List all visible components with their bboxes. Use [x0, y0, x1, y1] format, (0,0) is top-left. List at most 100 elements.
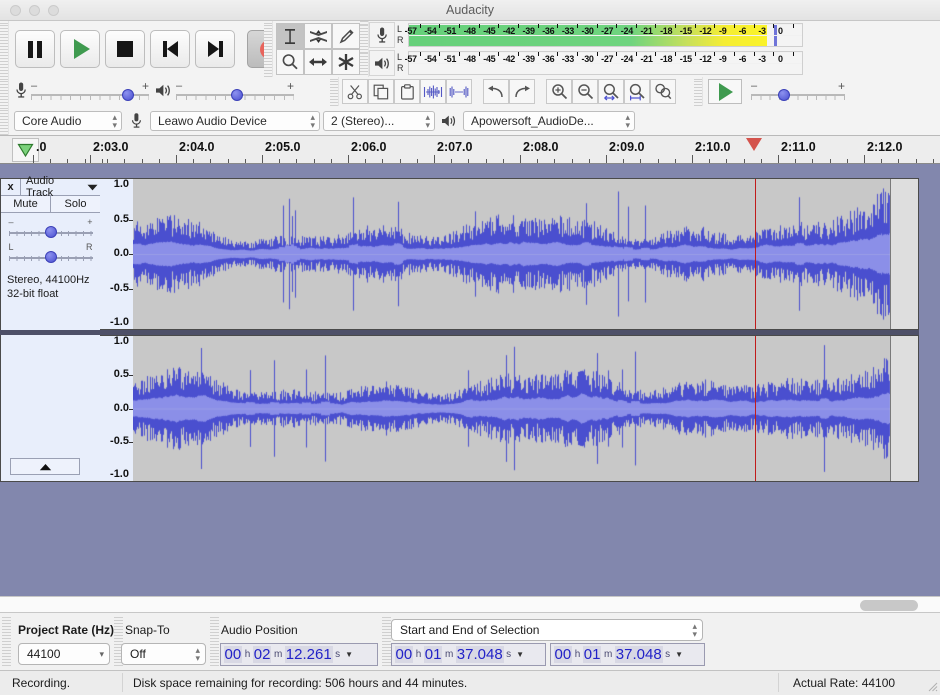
channel-label-r: R	[397, 35, 404, 45]
play-speed-slider[interactable]: – +	[751, 79, 845, 103]
selection-tool-button[interactable]	[276, 23, 304, 49]
play-speed-grabber[interactable]	[694, 77, 703, 106]
envelope-tool-button[interactable]	[304, 23, 332, 49]
copy-button[interactable]	[368, 79, 394, 104]
audio-position-minutes: 02	[252, 646, 272, 663]
skip-to-end-button[interactable]	[195, 30, 235, 68]
ruler-minor-tick	[244, 159, 246, 163]
waveform-db-label: 0.0	[113, 401, 129, 414]
track-format-line2: 32-bit float	[7, 288, 59, 300]
playback-meter-grabber[interactable]	[360, 49, 369, 77]
silence-button[interactable]	[446, 79, 472, 104]
waveform-db-label: -1.0	[110, 468, 129, 480]
zoom-in-button[interactable]	[546, 79, 572, 104]
selection-start-field[interactable]: 00 h 01 m 37.048 s ▼	[391, 643, 546, 666]
recording-channels-select[interactable]: 2 (Stereo)... ▴ ▾	[323, 110, 435, 131]
snap-to-value: Off	[130, 647, 146, 661]
redo-button[interactable]	[509, 79, 535, 104]
recording-volume-slider[interactable]: – +	[31, 79, 149, 103]
microphone-icon[interactable]	[369, 22, 395, 48]
multi-tool-button[interactable]	[332, 49, 360, 75]
selection-end-seconds: 37.048	[614, 646, 663, 663]
channel-label-l: L	[397, 24, 403, 34]
pinned-play-head-button[interactable]	[12, 138, 39, 162]
speaker-icon[interactable]	[369, 50, 395, 76]
audio-host-select[interactable]: Core Audio ▴ ▾	[14, 110, 122, 131]
chevron-down-icon: ▾	[99, 648, 104, 659]
track-pan-thumb[interactable]	[44, 251, 57, 263]
ruler-time-label: 2:06.0	[351, 140, 387, 154]
selection-start-hours: 00	[394, 646, 414, 663]
stop-icon	[117, 41, 133, 57]
audio-position-format-caret-icon[interactable]: ▼	[345, 650, 353, 659]
playback-device-value: Apowersoft_AudioDe...	[471, 113, 594, 128]
selection-mode-select[interactable]: Start and End of Selection ▴ ▾	[391, 619, 703, 641]
project-rate-select[interactable]: 44100 ▾	[18, 643, 110, 665]
selection-toolbar-grabber[interactable]	[2, 617, 11, 667]
fit-project-button[interactable]	[624, 79, 650, 104]
mixer-toolbar-grabber[interactable]	[0, 77, 9, 106]
draw-tool-button[interactable]	[332, 23, 360, 49]
play-button[interactable]	[60, 30, 100, 68]
track-pan-slider[interactable]: L R	[8, 242, 93, 266]
mute-button[interactable]: Mute	[1, 196, 51, 212]
device-toolbar-grabber[interactable]	[0, 106, 9, 135]
track-menu-caret-icon[interactable]	[84, 180, 100, 194]
track-gain-slider[interactable]: – +	[8, 217, 93, 241]
close-track-button[interactable]: x	[1, 179, 21, 195]
play-speed-thumb[interactable]	[777, 88, 790, 101]
pause-button[interactable]	[15, 30, 55, 68]
copy-icon	[373, 84, 389, 99]
audio-position-grabber[interactable]	[210, 617, 219, 667]
tools-toolbar-grabber[interactable]	[264, 21, 273, 77]
track-gain-thumb[interactable]	[44, 226, 57, 238]
play-at-speed-button[interactable]	[708, 79, 742, 104]
zoom-tool-button[interactable]	[276, 49, 304, 75]
selection-start-format-caret-icon[interactable]: ▼	[516, 650, 524, 659]
undo-button[interactable]	[483, 79, 509, 104]
recording-meter[interactable]: -57 -54 -51 -48 -45 -42 -39 -36 -33 -30 -27 -24 -21-…	[405, 23, 803, 47]
actual-rate-message: Actual Rate: 44100	[793, 676, 896, 690]
fit-selection-button[interactable]	[598, 79, 624, 104]
waveform-channel-2[interactable]	[133, 335, 919, 482]
ruler-time-label: 2:05.0	[265, 140, 301, 154]
transport-toolbar-grabber[interactable]	[0, 21, 9, 77]
zoom-in-icon	[551, 84, 567, 100]
edit-toolbar-grabber[interactable]	[330, 77, 339, 106]
pan-left-label: L	[8, 242, 14, 252]
recording-cursor-line	[755, 179, 756, 329]
waveform-channel-1[interactable]	[133, 178, 919, 330]
timeline-ruler[interactable]: .0 2:03.0 2:04.0 2:05.0 2:06.0 2:07.0 2:08.0 2:…	[0, 136, 940, 164]
audio-position-hours-unit: h	[244, 649, 251, 660]
recording-meter-grabber[interactable]	[360, 21, 369, 49]
zoom-out-button[interactable]	[572, 79, 598, 104]
selection-grabber[interactable]	[382, 617, 391, 667]
cut-button[interactable]	[342, 79, 368, 104]
solo-button[interactable]: Solo	[51, 196, 100, 212]
trim-button[interactable]	[420, 79, 446, 104]
horizontal-scrollbar-thumb[interactable]	[860, 600, 918, 611]
play-at-speed-icon	[719, 82, 733, 101]
playback-volume-slider[interactable]: – +	[176, 79, 294, 103]
collapse-track-button[interactable]	[10, 458, 80, 475]
window-resize-grip[interactable]	[926, 680, 938, 692]
zoom-toggle-button[interactable]	[650, 79, 676, 104]
horizontal-scrollbar[interactable]	[0, 596, 940, 613]
selection-end-field[interactable]: 00 h 01 m 37.048 s ▼	[550, 643, 705, 666]
snap-to-select[interactable]: Off ▴ ▾	[121, 643, 206, 665]
chevron-updown-icon: ▴ ▾	[692, 621, 697, 639]
playback-device-select[interactable]: Apowersoft_AudioDe... ▴ ▾	[463, 110, 635, 131]
skip-to-start-button[interactable]	[150, 30, 190, 68]
recording-device-select[interactable]: Leawo Audio Device ▴ ▾	[150, 110, 320, 131]
paste-button[interactable]	[394, 79, 420, 104]
timeshift-tool-button[interactable]	[304, 49, 332, 75]
selection-end-format-caret-icon[interactable]: ▼	[675, 650, 683, 659]
playback-meter[interactable]: -57 -54 -51 -48 -45 -42 -39 -36 -33 -30 -27 -24 -21-…	[405, 51, 803, 75]
playback-volume-thumb[interactable]	[231, 88, 244, 101]
stop-button[interactable]	[105, 30, 145, 68]
skip-end-icon	[207, 41, 223, 57]
audio-position-field[interactable]: 00 h 02 m 12.261 s ▼	[220, 643, 378, 666]
ruler-minor-tick	[279, 159, 281, 163]
toolbar-dock: L R -57 -54 -51 -48 -45 -42 -39 -36 -33 -30 -27 -24…	[0, 21, 940, 136]
recording-volume-thumb[interactable]	[121, 88, 134, 101]
